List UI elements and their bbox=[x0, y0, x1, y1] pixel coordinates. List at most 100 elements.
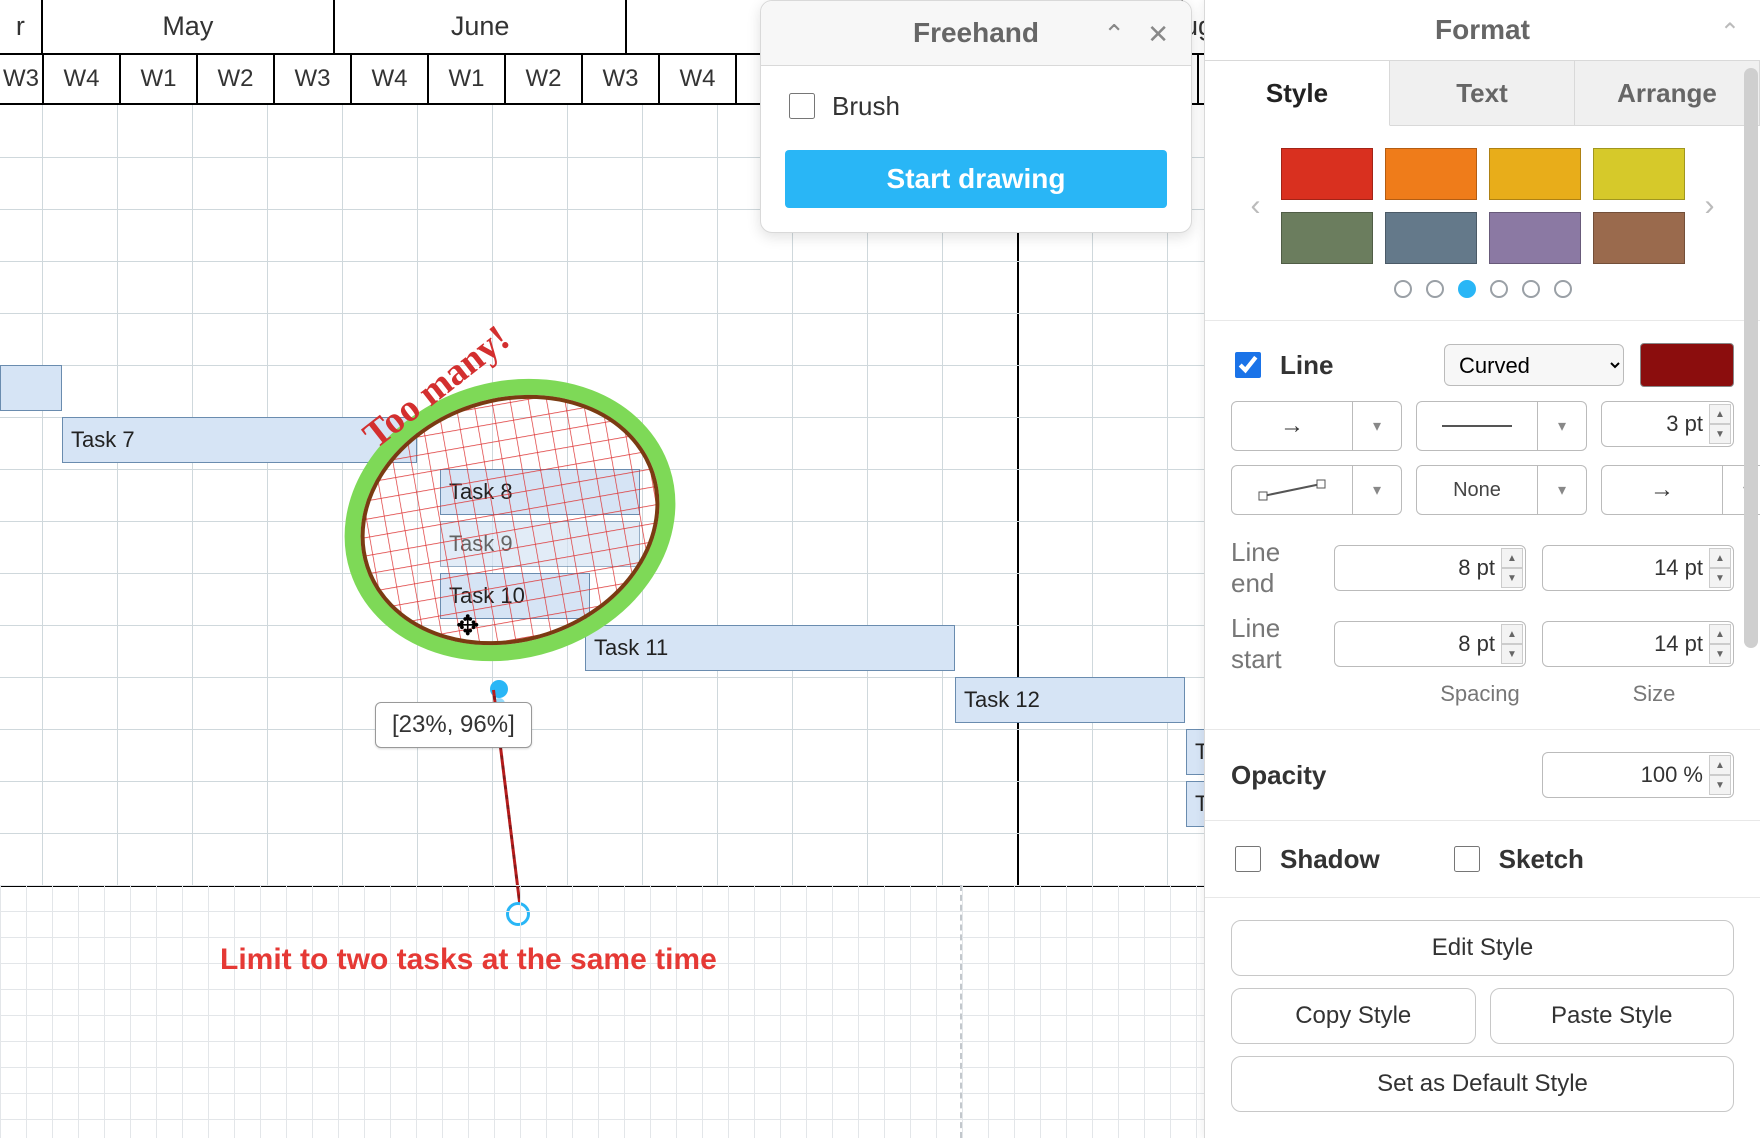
pager-dot[interactable] bbox=[1490, 280, 1508, 298]
week-cell: W4 bbox=[352, 55, 429, 103]
week-cell: W1 bbox=[121, 55, 198, 103]
spin-value: 14 pt bbox=[1654, 631, 1703, 657]
line-width-stepper[interactable]: 3 pt ▲▼ bbox=[1601, 401, 1734, 447]
scrollbar-thumb[interactable] bbox=[1744, 68, 1758, 648]
line-section: Line Curved → ▾ ▾ 3 pt ▲▼ bbox=[1205, 321, 1760, 730]
pager-dot[interactable] bbox=[1394, 280, 1412, 298]
line-start-size-stepper[interactable]: 14 pt▲▼ bbox=[1542, 621, 1734, 667]
size-sublabel: Size bbox=[1574, 681, 1734, 707]
shadow-checkbox[interactable] bbox=[1235, 846, 1261, 872]
freehand-titlebar[interactable]: Freehand ⌃ ✕ bbox=[761, 1, 1191, 66]
opacity-section: Opacity 100 %▲▼ bbox=[1205, 730, 1760, 821]
week-cell: W2 bbox=[506, 55, 583, 103]
style-buttons-section: Edit Style Copy Style Paste Style Set as… bbox=[1205, 898, 1760, 1134]
pager-dot[interactable] bbox=[1522, 280, 1540, 298]
line-start-spacing-stepper[interactable]: 8 pt▲▼ bbox=[1334, 621, 1526, 667]
line-start-label: Line start bbox=[1231, 613, 1318, 675]
line-type-select[interactable]: Curved bbox=[1444, 344, 1624, 386]
brush-label: Brush bbox=[832, 91, 900, 122]
dropdown-icon[interactable]: ▾ bbox=[1538, 465, 1587, 515]
shadow-label: Shadow bbox=[1280, 844, 1380, 875]
annotation-limit-note[interactable]: Limit to two tasks at the same time bbox=[220, 943, 717, 977]
paste-style-button[interactable]: Paste Style bbox=[1490, 988, 1735, 1044]
shadow-sketch-section: Shadow Sketch bbox=[1205, 821, 1760, 898]
step-up-icon[interactable]: ▲ bbox=[1709, 404, 1731, 424]
sketch-checkbox[interactable] bbox=[1454, 846, 1480, 872]
edit-style-button[interactable]: Edit Style bbox=[1231, 920, 1734, 976]
dropdown-icon[interactable]: ▾ bbox=[1538, 401, 1587, 451]
arrow-start-style[interactable]: → ▾ bbox=[1231, 401, 1402, 451]
set-default-style-button[interactable]: Set as Default Style bbox=[1231, 1056, 1734, 1112]
week-cell: W1 bbox=[429, 55, 506, 103]
format-tabs: Style Text Arrange bbox=[1205, 60, 1760, 126]
week-cell: W4 bbox=[44, 55, 121, 103]
style-swatch-section: ‹ › bbox=[1205, 126, 1760, 321]
color-swatch[interactable] bbox=[1385, 212, 1477, 264]
spin-value: 14 pt bbox=[1654, 555, 1703, 581]
format-title: Format bbox=[1435, 14, 1530, 46]
arrow-right-icon: → bbox=[1650, 476, 1674, 504]
format-titlebar: Format ⌃ bbox=[1205, 0, 1760, 60]
dropdown-icon[interactable]: ▾ bbox=[1353, 465, 1402, 515]
position-tooltip: [23%, 96%] bbox=[375, 702, 532, 748]
spin-value: 8 pt bbox=[1458, 555, 1495, 581]
line-enabled-checkbox[interactable] bbox=[1235, 352, 1261, 378]
line-end-spacing-stepper[interactable]: 8 pt▲▼ bbox=[1334, 545, 1526, 591]
sketch-checkbox-row[interactable]: Sketch bbox=[1450, 843, 1584, 875]
task-bar[interactable]: Task 12 bbox=[955, 677, 1185, 723]
collapse-icon[interactable]: ⌃ bbox=[1103, 19, 1125, 50]
line-label: Line bbox=[1280, 350, 1333, 381]
arrow-end-style[interactable]: → ▾ bbox=[1601, 465, 1760, 515]
dropdown-icon[interactable]: ▾ bbox=[1353, 401, 1402, 451]
color-swatch[interactable] bbox=[1281, 212, 1373, 264]
week-cell: W4 bbox=[660, 55, 737, 103]
start-drawing-button[interactable]: Start drawing bbox=[785, 150, 1167, 208]
close-icon[interactable]: ✕ bbox=[1147, 19, 1169, 50]
tab-text[interactable]: Text bbox=[1390, 60, 1575, 126]
line-end-label: Line end bbox=[1231, 537, 1318, 599]
color-swatch[interactable] bbox=[1281, 148, 1373, 200]
canvas-grid[interactable] bbox=[0, 885, 1215, 1138]
sketch-label: Sketch bbox=[1499, 844, 1584, 875]
spin-value: 8 pt bbox=[1458, 631, 1495, 657]
tab-style[interactable]: Style bbox=[1205, 60, 1390, 126]
line-color-well[interactable] bbox=[1640, 343, 1734, 387]
spin-value: 100 % bbox=[1641, 762, 1703, 788]
pager-dot[interactable] bbox=[1426, 280, 1444, 298]
task-label: Task 12 bbox=[964, 687, 1040, 713]
waypoint-style-picker[interactable]: ▾ bbox=[1231, 465, 1402, 515]
tab-arrange[interactable]: Arrange bbox=[1575, 60, 1760, 126]
line-end-size-stepper[interactable]: 14 pt▲▼ bbox=[1542, 545, 1734, 591]
color-swatch[interactable] bbox=[1385, 148, 1477, 200]
color-swatch[interactable] bbox=[1489, 212, 1581, 264]
color-swatch[interactable] bbox=[1593, 148, 1685, 200]
freehand-panel[interactable]: Freehand ⌃ ✕ Brush Start drawing bbox=[760, 0, 1192, 233]
opacity-stepper[interactable]: 100 %▲▼ bbox=[1542, 752, 1734, 798]
task-label: Task 7 bbox=[71, 427, 135, 453]
color-swatch[interactable] bbox=[1489, 148, 1581, 200]
prev-palette-icon[interactable]: ‹ bbox=[1245, 189, 1267, 223]
pager-dot[interactable] bbox=[1554, 280, 1572, 298]
spacing-sublabel: Spacing bbox=[1400, 681, 1560, 707]
collapse-icon[interactable]: ⌃ bbox=[1720, 18, 1740, 47]
format-panel: Format ⌃ Style Text Arrange ‹ › bbox=[1204, 0, 1760, 1138]
next-palette-icon[interactable]: › bbox=[1699, 189, 1721, 223]
waypoint-none-picker[interactable]: None ▾ bbox=[1416, 465, 1587, 515]
freehand-scribble[interactable] bbox=[335, 360, 695, 680]
brush-checkbox-row[interactable]: Brush bbox=[785, 90, 1167, 122]
line-style-picker[interactable]: ▾ bbox=[1416, 401, 1587, 451]
copy-style-button[interactable]: Copy Style bbox=[1231, 988, 1476, 1044]
task-bar[interactable] bbox=[0, 365, 62, 411]
color-swatch-grid bbox=[1281, 148, 1685, 264]
week-cell: W2 bbox=[198, 55, 275, 103]
shadow-checkbox-row[interactable]: Shadow bbox=[1231, 843, 1380, 875]
line-width-value: 3 pt bbox=[1666, 411, 1703, 437]
color-swatch[interactable] bbox=[1593, 212, 1685, 264]
arrow-right-icon: → bbox=[1280, 412, 1304, 440]
pager-dot[interactable] bbox=[1458, 280, 1476, 298]
brush-checkbox[interactable] bbox=[789, 93, 815, 119]
month-cell: May bbox=[43, 0, 335, 53]
week-cell: W3 bbox=[0, 55, 44, 103]
week-cell: W3 bbox=[275, 55, 352, 103]
step-down-icon[interactable]: ▼ bbox=[1709, 424, 1731, 444]
